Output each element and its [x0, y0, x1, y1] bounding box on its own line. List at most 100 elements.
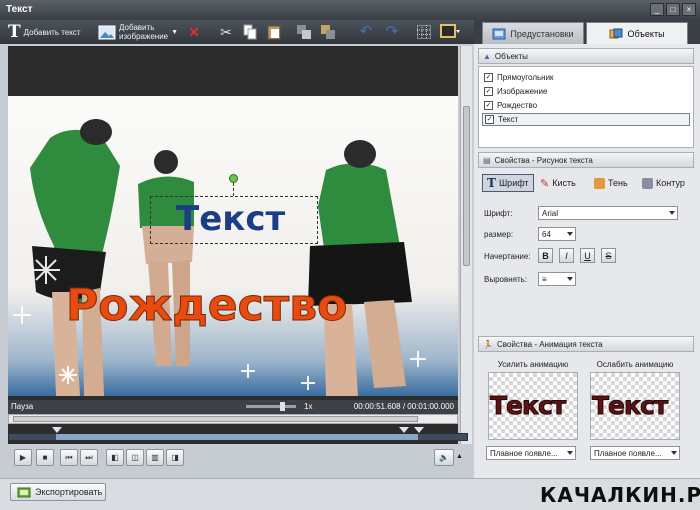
align-left-button[interactable]: ◧ — [106, 449, 124, 466]
export-label: Экспортировать — [35, 487, 103, 497]
stage-text-tekst[interactable]: Текст — [176, 199, 285, 239]
align-right-icon: ◨ — [171, 453, 179, 462]
next-button[interactable]: ⏭ — [80, 449, 98, 466]
stop-button[interactable]: ■ — [36, 449, 54, 466]
add-image-button[interactable]: Добавить изображение ▼ — [98, 23, 178, 41]
video-frame-image — [13, 119, 426, 396]
export-button[interactable]: Экспортировать — [10, 483, 106, 501]
delete-icon[interactable]: ✕ — [186, 24, 202, 40]
horizontal-scroll-thumb[interactable] — [13, 416, 418, 422]
checkbox[interactable]: ✓ — [484, 73, 493, 82]
total-time: 00:01:00.000 — [407, 402, 454, 411]
checkbox[interactable]: ✓ — [485, 115, 494, 124]
background-color-icon[interactable] — [440, 24, 460, 40]
checkbox[interactable]: ✓ — [484, 101, 493, 110]
timeline-playhead[interactable] — [399, 427, 409, 433]
vertical-scroll-thumb[interactable] — [463, 106, 470, 266]
tab-presets[interactable]: Предустановки — [482, 22, 584, 44]
align-middle-icon: ▥ — [151, 453, 159, 462]
weaken-animation-dropdown[interactable]: Плавное появле... — [590, 446, 680, 460]
zoom-slider[interactable] — [246, 405, 296, 408]
enhance-animation-dropdown[interactable]: Плавное появле... — [486, 446, 576, 460]
grid-icon[interactable] — [416, 24, 432, 40]
enhance-animation-preview[interactable]: Текст — [488, 372, 578, 440]
align-icon: ≡ — [542, 274, 547, 284]
text-properties-label: Свойства - Рисунок текста — [494, 155, 593, 165]
copy-icon[interactable] — [242, 24, 258, 40]
align-center-button[interactable]: ◫ — [126, 449, 144, 466]
underline-button[interactable]: U — [580, 248, 595, 263]
volume-chevron-icon[interactable]: ▲ — [456, 453, 463, 460]
window-title: Текст — [6, 4, 33, 15]
maximize-button[interactable]: □ — [666, 3, 680, 16]
align-dropdown[interactable]: ≡ — [538, 272, 576, 286]
previous-button[interactable]: ⏮ — [60, 449, 78, 466]
properties-sidebar: ▲ Объекты ✓ Прямоугольник ✓ Изображение ✓ Р… — [474, 44, 700, 478]
align-middle-button[interactable]: ▥ — [146, 449, 164, 466]
align-center-icon: ◫ — [131, 453, 139, 462]
image-icon — [98, 25, 116, 39]
play-icon: ▶ — [19, 453, 27, 462]
chevron-down-icon[interactable]: ▼ — [171, 28, 178, 37]
send-to-back-icon[interactable] — [320, 24, 336, 40]
skip-back-icon: ⏮ — [65, 452, 73, 462]
shadow-icon — [594, 177, 605, 189]
redo-icon[interactable]: ↷ — [384, 24, 400, 40]
bold-button[interactable]: B — [538, 248, 553, 263]
property-tabs: T Шрифт ✎ Кисть Тень Контур — [478, 172, 694, 194]
toolbar: T Добавить текст Добавить изображение ▼ … — [0, 20, 474, 44]
strikethrough-button[interactable]: S — [601, 248, 616, 263]
objects-list: ✓ Прямоугольник ✓ Изображение ✓ Рождество ✓… — [478, 66, 694, 148]
list-item-selected[interactable]: ✓ Текст — [482, 113, 690, 126]
timeline[interactable] — [8, 427, 468, 445]
italic-button[interactable]: I — [559, 248, 574, 263]
tab-objects-label: Объекты — [627, 28, 665, 39]
timeline-end-marker[interactable] — [414, 427, 424, 433]
horizontal-scrollbar[interactable] — [8, 414, 458, 424]
zoom-level: 1x — [304, 402, 313, 411]
objects-icon — [609, 28, 623, 38]
bring-to-front-icon[interactable] — [296, 24, 312, 40]
align-right-button[interactable]: ◨ — [166, 449, 184, 466]
list-item[interactable]: ✓ Прямоугольник — [482, 71, 690, 84]
weaken-animation-preview[interactable]: Текст — [590, 372, 680, 440]
tab-bar: Предустановки Объекты — [474, 20, 700, 44]
tab-outline[interactable]: Контур — [638, 174, 689, 192]
video-stage[interactable]: Текст Рождество — [8, 96, 458, 396]
paste-icon[interactable] — [266, 24, 282, 40]
tab-objects[interactable]: Объекты — [586, 22, 688, 44]
brush-icon: ✎ — [540, 177, 550, 190]
playback-state: Пауза — [11, 402, 34, 411]
checkbox[interactable]: ✓ — [484, 87, 493, 96]
presets-icon — [492, 28, 506, 39]
cut-icon[interactable]: ✂ — [218, 24, 234, 40]
add-text-button[interactable]: T Добавить текст — [8, 22, 81, 42]
add-text-label: Добавить текст — [23, 27, 81, 37]
font-t-icon: T — [487, 176, 496, 190]
animation-icon: 🏃 — [483, 339, 493, 349]
objects-header-label: Объекты — [494, 51, 528, 61]
tab-brush[interactable]: ✎ Кисть — [536, 174, 580, 192]
tab-shadow[interactable]: Тень — [590, 174, 632, 192]
size-dropdown[interactable]: 64 — [538, 227, 576, 241]
zoom-slider-knob[interactable] — [280, 402, 285, 411]
rotation-handle[interactable] — [229, 174, 238, 183]
font-dropdown[interactable]: Arial — [538, 206, 678, 220]
timeline-selection — [56, 434, 418, 440]
timeline-start-marker[interactable] — [52, 427, 62, 433]
tab-presets-label: Предустановки — [510, 28, 574, 39]
undo-icon[interactable]: ↶ — [358, 24, 374, 40]
tab-font[interactable]: T Шрифт — [482, 174, 534, 192]
play-button[interactable]: ▶ — [14, 449, 32, 466]
volume-button[interactable]: 🔈 — [434, 449, 454, 466]
vertical-scrollbar[interactable] — [460, 46, 472, 444]
list-item[interactable]: ✓ Рождество — [482, 99, 690, 112]
objects-header: ▲ Объекты — [478, 48, 694, 64]
add-image-label-1: Добавить — [119, 23, 155, 32]
list-item[interactable]: ✓ Изображение — [482, 85, 690, 98]
minimize-button[interactable]: _ — [650, 3, 664, 16]
time-readout: 00:00:51.608 / 00:01:00.000 — [353, 402, 454, 411]
stage-text-rozhdestvo[interactable]: Рождество — [65, 280, 347, 332]
chevron-down-icon — [669, 211, 675, 215]
close-window-button[interactable]: × — [682, 3, 696, 16]
